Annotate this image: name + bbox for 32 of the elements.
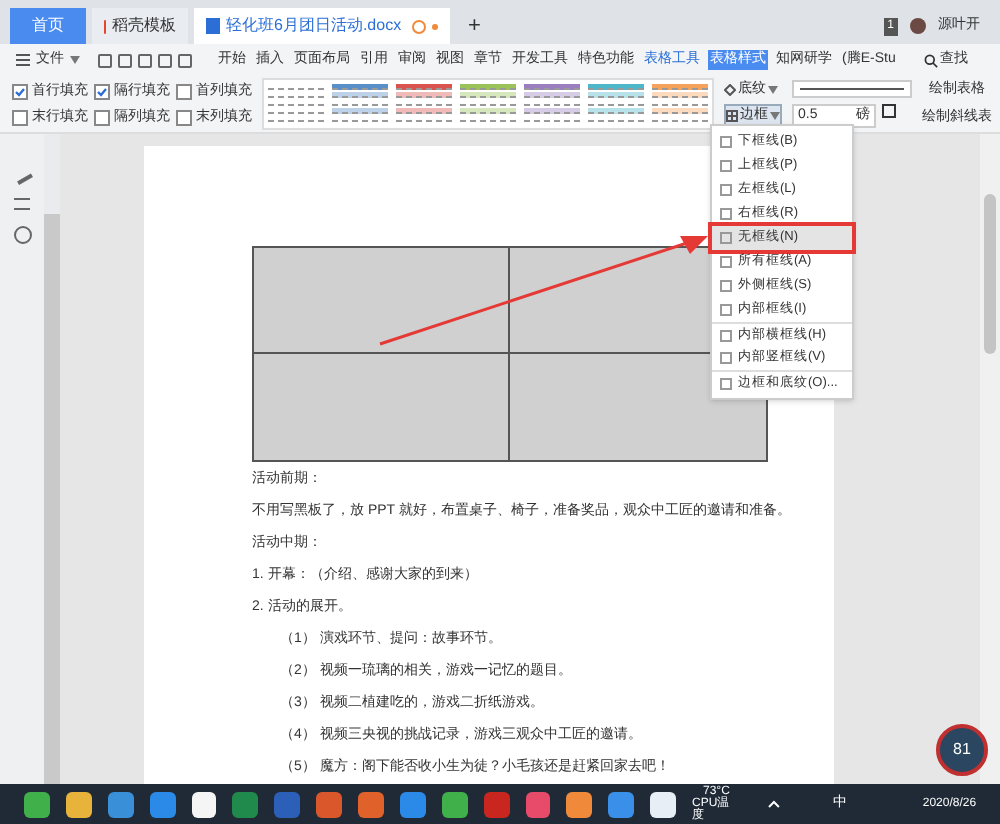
- table-style[interactable]: [650, 82, 710, 126]
- line-style-select[interactable]: [792, 79, 912, 98]
- document-tab[interactable]: 轻化班6月团日活动.docx: [194, 8, 450, 44]
- grid-icon: [726, 110, 738, 123]
- table-style[interactable]: [586, 82, 646, 126]
- warning-icon: [412, 19, 426, 33]
- table-style[interactable]: [458, 82, 518, 126]
- table-style[interactable]: [266, 82, 326, 126]
- border-icon: [720, 377, 732, 389]
- checkbox[interactable]: [94, 109, 110, 125]
- menu-icon[interactable]: [16, 54, 30, 66]
- line-color-icon[interactable]: [882, 103, 896, 118]
- checkbox[interactable]: [12, 83, 28, 99]
- checkbox[interactable]: [176, 83, 192, 99]
- search-icon: [923, 53, 938, 67]
- checkbox[interactable]: [176, 109, 192, 125]
- checkbox[interactable]: [12, 109, 28, 125]
- caret-icon: [70, 56, 80, 64]
- checkbox[interactable]: [94, 83, 110, 99]
- check-icon: [96, 85, 108, 97]
- new-tab-button[interactable]: +: [456, 8, 493, 44]
- bucket-icon: [724, 83, 736, 96]
- caret-icon: [768, 85, 778, 94]
- check-icon: [14, 85, 26, 97]
- help-icon[interactable]: [13, 226, 31, 244]
- table-style[interactable]: [522, 82, 582, 126]
- document-tab[interactable]: 稻壳模板: [92, 8, 188, 44]
- avatar-icon[interactable]: [910, 18, 926, 34]
- tray-chevron-icon[interactable]: [768, 800, 781, 808]
- table-style[interactable]: [330, 82, 390, 126]
- scrollbar-thumb[interactable]: [984, 194, 996, 354]
- table-style[interactable]: [394, 82, 454, 126]
